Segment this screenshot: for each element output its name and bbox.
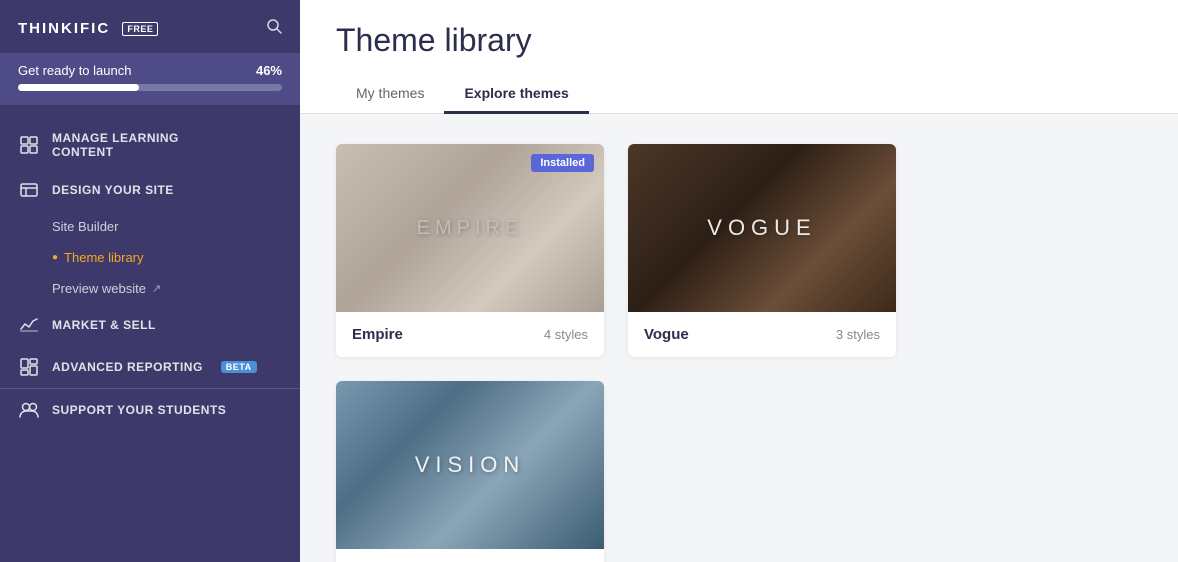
nav-section: MANAGE LEARNINGCONTENT DESIGN YOUR SITE … xyxy=(0,105,300,439)
vogue-overlay-text: VOGUE xyxy=(707,215,816,241)
market-sell-label: MARKET & SELL xyxy=(52,318,156,332)
progress-track xyxy=(18,84,282,91)
main-content: Theme library My themes Explore themes E… xyxy=(300,0,1178,562)
sidebar-item-support-students[interactable]: SUPPORT YOUR STUDENTS xyxy=(0,388,300,431)
sidebar: THINKIFIC FREE Get ready to launch 46% xyxy=(0,0,300,562)
tab-explore-themes[interactable]: Explore themes xyxy=(444,75,588,114)
tabs: My themes Explore themes xyxy=(336,75,1142,113)
launch-label: Get ready to launch xyxy=(18,63,131,78)
design-icon xyxy=(18,179,40,201)
beta-badge: BETA xyxy=(221,361,257,373)
page-title: Theme library xyxy=(336,22,1142,59)
theme-empire-image: EMPIRE Installed xyxy=(336,144,604,312)
sidebar-item-market-sell[interactable]: MARKET & SELL xyxy=(0,304,300,346)
support-icon xyxy=(18,399,40,421)
launch-progress-section: Get ready to launch 46% xyxy=(0,53,300,105)
empire-name: Empire xyxy=(352,326,403,343)
design-site-label: DESIGN YOUR SITE xyxy=(52,183,174,197)
sidebar-item-advanced-reporting[interactable]: ADVANCED REPORTING BETA xyxy=(0,346,300,388)
app-logo: THINKIFIC FREE xyxy=(18,20,158,37)
theme-vogue-image: VOGUE xyxy=(628,144,896,312)
sub-item-theme-library[interactable]: ● Theme library xyxy=(0,242,300,273)
theme-card-vision[interactable]: VISION Vision 3 styles xyxy=(336,381,604,562)
grid-icon xyxy=(18,134,40,156)
sidebar-item-manage-learning[interactable]: MANAGE LEARNINGCONTENT xyxy=(0,121,300,169)
main-body: EMPIRE Installed Empire 4 styles VOGUE xyxy=(300,114,1178,562)
progress-fill xyxy=(18,84,139,91)
support-students-label: SUPPORT YOUR STUDENTS xyxy=(52,403,226,417)
theme-vogue-info: Vogue 3 styles xyxy=(628,312,896,357)
theme-card-vogue[interactable]: VOGUE Vogue 3 styles xyxy=(628,144,896,357)
sub-item-site-builder[interactable]: Site Builder xyxy=(0,211,300,242)
preview-website-label: Preview website xyxy=(52,281,146,296)
report-icon xyxy=(18,356,40,378)
main-header: Theme library My themes Explore themes xyxy=(300,0,1178,114)
external-link-icon: ↗ xyxy=(152,282,161,295)
vogue-name: Vogue xyxy=(644,326,689,343)
sub-item-preview-website[interactable]: Preview website ↗ xyxy=(0,273,300,304)
market-icon xyxy=(18,314,40,336)
manage-learning-label: MANAGE LEARNINGCONTENT xyxy=(52,131,179,159)
sidebar-header: THINKIFIC FREE xyxy=(0,0,300,53)
theme-vision-info: Vision 3 styles xyxy=(336,549,604,562)
empire-overlay-text: EMPIRE xyxy=(417,217,524,240)
vision-overlay-text: VISION xyxy=(415,452,526,478)
installed-badge: Installed xyxy=(531,154,594,172)
search-button[interactable] xyxy=(266,18,282,39)
empire-styles: 4 styles xyxy=(544,327,588,342)
active-dot: ● xyxy=(52,252,58,263)
launch-percent: 46% xyxy=(256,63,282,78)
theme-library-label: Theme library xyxy=(64,250,143,265)
plan-badge: FREE xyxy=(122,22,158,36)
advanced-reporting-label: ADVANCED REPORTING xyxy=(52,360,203,374)
sidebar-item-design-site[interactable]: DESIGN YOUR SITE xyxy=(0,169,300,211)
site-builder-label: Site Builder xyxy=(52,219,118,234)
theme-card-empire[interactable]: EMPIRE Installed Empire 4 styles xyxy=(336,144,604,357)
theme-vision-image: VISION xyxy=(336,381,604,549)
theme-empire-info: Empire 4 styles xyxy=(336,312,604,357)
tab-my-themes[interactable]: My themes xyxy=(336,75,444,114)
vogue-styles: 3 styles xyxy=(836,327,880,342)
themes-grid: EMPIRE Installed Empire 4 styles VOGUE xyxy=(336,144,1142,562)
